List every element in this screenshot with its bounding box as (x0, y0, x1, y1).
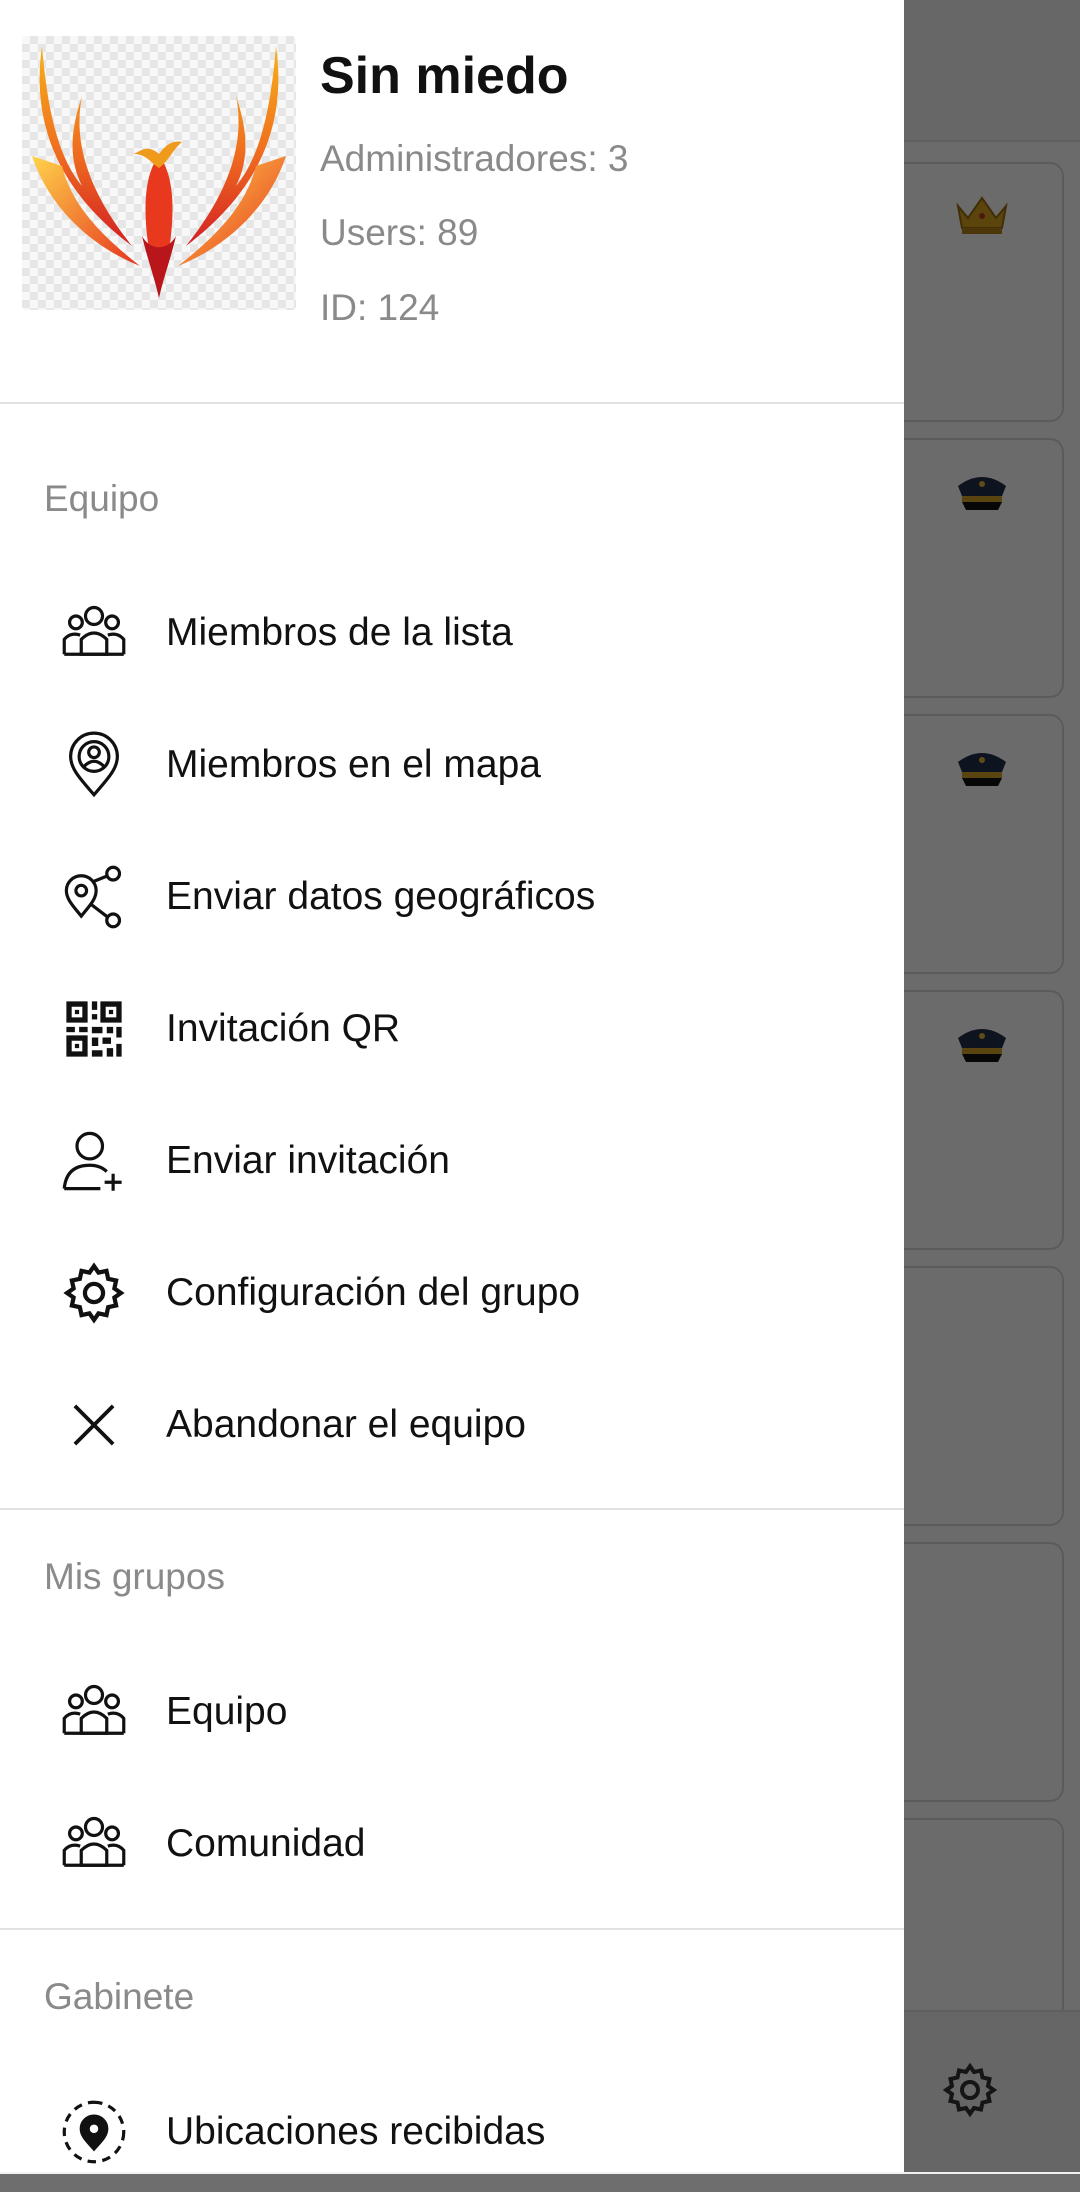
menu-item-label: Abandonar el equipo (166, 1403, 526, 1446)
navigation-drawer: Sin miedo Administradores: 3 Users: 89 I… (0, 0, 904, 2172)
menu-item-group-equipo[interactable]: Equipo (0, 1652, 904, 1772)
add-user-icon (58, 1125, 130, 1197)
group-icon (58, 1676, 130, 1748)
close-icon (58, 1389, 130, 1461)
menu-item-leave-team[interactable]: Abandonar el equipo (0, 1365, 904, 1485)
map-pin-person-icon (58, 729, 130, 801)
users-count: Users: 89 (320, 212, 479, 253)
menu-item-group-comunidad[interactable]: Comunidad (0, 1784, 904, 1904)
menu-item-label: Equipo (166, 1690, 288, 1733)
menu-item-send-invite[interactable]: Enviar invitación (0, 1101, 904, 1221)
menu-item-send-geodata[interactable]: Enviar datos geográficos (0, 837, 904, 957)
group-title: Sin miedo (320, 47, 569, 105)
group-icon (58, 597, 130, 669)
section-equipo: Equipo Miembros de la lista Miembros en … (0, 404, 904, 1510)
menu-item-label: Miembros de la lista (166, 611, 513, 654)
group-avatar (22, 36, 296, 310)
menu-item-qr-invite[interactable]: Invitación QR (0, 969, 904, 1089)
section-title: Mis grupos (44, 1556, 225, 1597)
menu-item-label: Enviar datos geográficos (166, 875, 596, 918)
gear-icon (58, 1257, 130, 1329)
admins-count: Administradores: 3 (320, 138, 629, 179)
location-received-icon (58, 2096, 130, 2168)
qr-code-icon (58, 993, 130, 1065)
menu-item-received-locations[interactable]: Ubicaciones recibidas (0, 2072, 904, 2192)
menu-item-label: Miembros en el mapa (166, 743, 541, 786)
menu-item-label: Comunidad (166, 1822, 366, 1865)
section-mis-grupos: Mis grupos Equipo Comunidad (0, 1510, 904, 1930)
menu-item-group-settings[interactable]: Configuración del grupo (0, 1233, 904, 1353)
menu-item-label: Configuración del grupo (166, 1271, 581, 1314)
section-title: Gabinete (44, 1976, 195, 2017)
menu-item-list-members[interactable]: Miembros de la lista (0, 573, 904, 693)
menu-item-label: Invitación QR (166, 1007, 401, 1050)
drawer-header: Sin miedo Administradores: 3 Users: 89 I… (0, 0, 904, 404)
section-gabinete: Gabinete Ubicaciones recibidas (0, 1930, 904, 2178)
section-title: Equipo (44, 478, 160, 519)
phoenix-logo-icon (32, 46, 286, 298)
menu-item-label: Ubicaciones recibidas (166, 2110, 546, 2153)
group-id: ID: 124 (320, 287, 440, 328)
menu-item-map-members[interactable]: Miembros en el mapa (0, 705, 904, 825)
share-location-icon (58, 861, 130, 933)
menu-item-label: Enviar invitación (166, 1139, 450, 1182)
group-icon (58, 1808, 130, 1880)
